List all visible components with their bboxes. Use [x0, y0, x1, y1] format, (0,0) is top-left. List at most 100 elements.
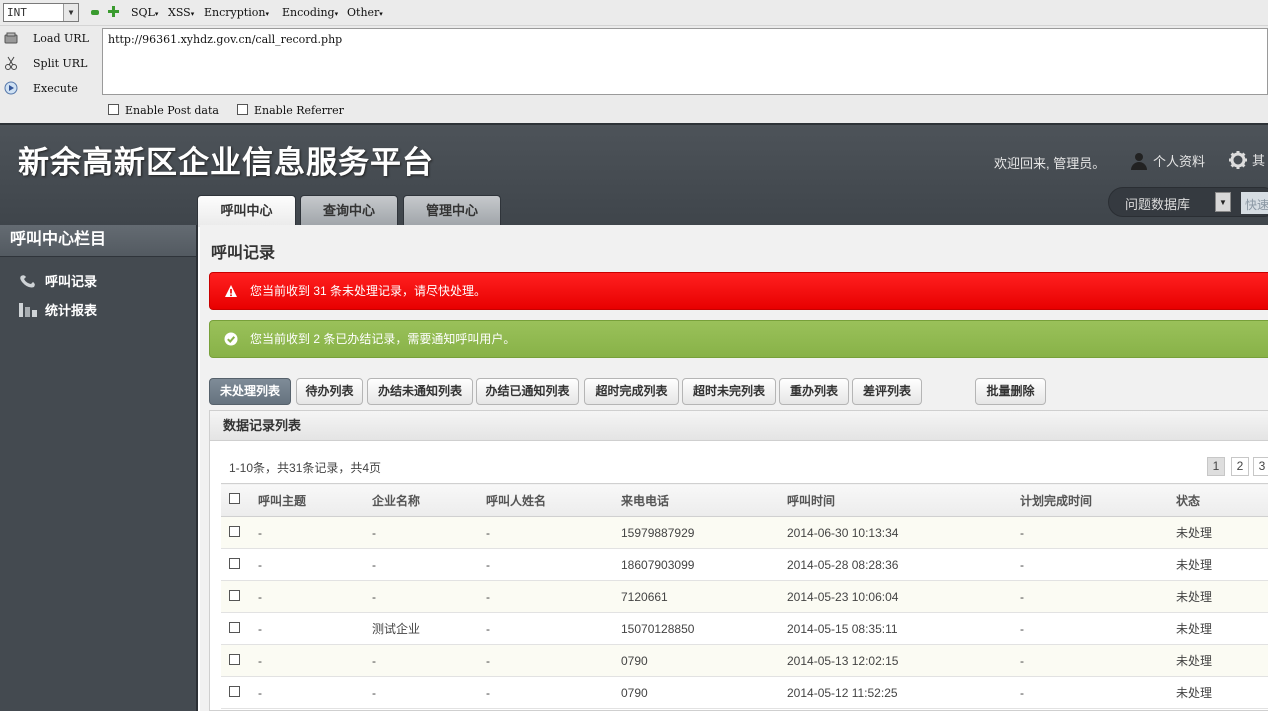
- hackbar-panel: Load URL Split URL Execute http://96361.…: [0, 26, 1268, 123]
- checkbox-icon[interactable]: [229, 493, 240, 504]
- increase-icon[interactable]: [108, 6, 119, 17]
- checkbox-icon[interactable]: [229, 685, 240, 697]
- menu-sql[interactable]: SQL▾: [131, 6, 158, 19]
- records-table: 呼叫主题 企业名称 呼叫人姓名 来电电话 呼叫时间 计划完成时间 状态 ---1…: [221, 483, 1268, 709]
- menu-xss[interactable]: XSS▾: [168, 6, 194, 19]
- table-cell: 2014-06-30 10:13:34: [779, 516, 1012, 549]
- table-cell: -: [1012, 612, 1168, 645]
- table-cell: 7120661: [613, 580, 779, 613]
- table-cell: -: [250, 548, 364, 581]
- tab-call-center[interactable]: 呼叫中心: [197, 195, 296, 227]
- row-checkbox[interactable]: [221, 644, 250, 677]
- table-cell: 2014-05-12 11:52:25: [779, 676, 1012, 709]
- table-cell: -: [250, 516, 364, 549]
- site-header: 新余高新区企业信息服务平台 欢迎回来, 管理员。 个人资料 其 问题数据库 ▼ …: [0, 123, 1268, 227]
- main-content: 呼叫记录 您当前收到 31 条未处理记录，请尽快处理。 您当前收到 2 条已办结…: [200, 225, 1268, 711]
- execute-button[interactable]: Execute: [0, 79, 100, 99]
- search-input[interactable]: 快速: [1241, 192, 1268, 214]
- enable-post-checkbox[interactable]: Enable Post data: [108, 104, 219, 117]
- chevron-down-icon[interactable]: ▼: [1215, 192, 1231, 212]
- checkbox-icon[interactable]: [229, 557, 240, 569]
- pager-info: 1-10条，共31条记录，共4页: [229, 461, 382, 475]
- table-cell: 未处理: [1168, 548, 1268, 581]
- tab-admin-center[interactable]: 管理中心: [403, 195, 501, 227]
- menu-other[interactable]: Other▾: [347, 6, 383, 19]
- table-cell: 15070128850: [613, 612, 779, 645]
- table-row[interactable]: - 测试企业 -15070128850 2014-05-15 08:35:11- 未处理: [221, 612, 1268, 645]
- row-checkbox[interactable]: [221, 548, 250, 581]
- filter-negative-review[interactable]: 差评列表: [852, 378, 922, 405]
- table-cell: 2014-05-23 10:06:04: [779, 580, 1012, 613]
- user-icon: [1130, 152, 1148, 170]
- alert-completed: 您当前收到 2 条已办结记录，需要通知呼叫用户。: [209, 320, 1268, 358]
- filter-overdue-uncompleted[interactable]: 超时未完列表: [682, 378, 776, 405]
- records-panel: 数据记录列表 1-10条，共31条记录，共4页 1 2 3 呼叫主题 企业名称 …: [209, 410, 1268, 711]
- row-checkbox[interactable]: [221, 612, 250, 645]
- url-textarea[interactable]: http://96361.xyhdz.gov.cn/call_record.ph…: [102, 28, 1268, 95]
- checkbox-icon[interactable]: [237, 104, 248, 115]
- checkbox-icon[interactable]: [229, 589, 240, 601]
- hackbar-toolbar: INT ▼ SQL▾ XSS▾ Encryption▾ Encoding▾ Ot…: [0, 0, 1268, 26]
- checkbox-icon[interactable]: [229, 621, 240, 633]
- filter-done-unnotified[interactable]: 办结未通知列表: [367, 378, 473, 405]
- column-header: 呼叫时间: [779, 483, 1012, 517]
- table-cell: -: [364, 676, 478, 709]
- sidebar-title: 呼叫中心栏目: [0, 225, 196, 257]
- menu-encryption[interactable]: Encryption▾: [204, 6, 269, 19]
- table-row[interactable]: - - -7120661 2014-05-23 10:06:04- 未处理: [221, 580, 1268, 613]
- table-cell: 15979887929: [613, 516, 779, 549]
- column-header: 来电电话: [613, 483, 779, 517]
- row-checkbox[interactable]: [221, 580, 250, 613]
- type-select[interactable]: INT ▼: [3, 3, 79, 22]
- table-cell: 18607903099: [613, 548, 779, 581]
- column-header: 呼叫主题: [250, 483, 364, 517]
- tab-query-center[interactable]: 查询中心: [300, 195, 398, 227]
- filter-overdue-completed[interactable]: 超时完成列表: [584, 378, 679, 405]
- gear-icon: [1229, 151, 1247, 169]
- page-button-2[interactable]: 2: [1231, 457, 1249, 476]
- chevron-down-icon[interactable]: ▼: [63, 4, 78, 21]
- page-button-1[interactable]: 1: [1207, 457, 1225, 476]
- column-header: 企业名称: [364, 483, 478, 517]
- table-row[interactable]: - - -15979887929 2014-06-30 10:13:34- 未处理: [221, 516, 1268, 549]
- table-row[interactable]: - - -0790 2014-05-12 11:52:25- 未处理: [221, 676, 1268, 709]
- table-cell: -: [1012, 580, 1168, 613]
- table-row[interactable]: - - -18607903099 2014-05-28 08:28:36- 未处理: [221, 548, 1268, 581]
- other-link[interactable]: 其: [1228, 150, 1265, 170]
- quick-search: 问题数据库 ▼ 快速: [1108, 187, 1268, 217]
- filter-unprocessed[interactable]: 未处理列表: [209, 378, 291, 405]
- phone-icon: [20, 275, 35, 288]
- sidebar-item-call-records[interactable]: 呼叫记录: [18, 271, 97, 290]
- checkbox-icon[interactable]: [108, 104, 119, 115]
- table-cell: -: [478, 644, 613, 677]
- table-cell: -: [478, 676, 613, 709]
- row-checkbox[interactable]: [221, 516, 250, 549]
- table-row[interactable]: - - -0790 2014-05-13 12:02:15- 未处理: [221, 644, 1268, 677]
- table-cell: -: [250, 612, 364, 645]
- page-button-3[interactable]: 3: [1253, 457, 1268, 476]
- checkbox-icon[interactable]: [229, 653, 240, 665]
- table-cell: 2014-05-28 08:28:36: [779, 548, 1012, 581]
- profile-link[interactable]: 个人资料: [1130, 151, 1205, 170]
- decrease-icon[interactable]: [91, 10, 99, 15]
- filter-done-notified[interactable]: 办结已通知列表: [476, 378, 579, 405]
- select-all-checkbox[interactable]: [221, 483, 250, 517]
- search-scope-select[interactable]: 问题数据库: [1125, 194, 1190, 213]
- table-cell: 未处理: [1168, 676, 1268, 709]
- row-checkbox[interactable]: [221, 676, 250, 709]
- filter-todo[interactable]: 待办列表: [296, 378, 363, 405]
- menu-encoding[interactable]: Encoding▾: [282, 6, 338, 19]
- batch-delete-button[interactable]: 批量删除: [975, 378, 1046, 405]
- checkbox-icon[interactable]: [229, 525, 240, 537]
- filter-redo[interactable]: 重办列表: [779, 378, 849, 405]
- play-icon: [4, 81, 18, 95]
- type-select-value: INT: [7, 6, 27, 19]
- sidebar-item-reports[interactable]: 统计报表: [18, 300, 97, 319]
- load-url-button[interactable]: Load URL: [0, 29, 100, 49]
- split-url-button[interactable]: Split URL: [0, 54, 100, 74]
- enable-referrer-checkbox[interactable]: Enable Referrer: [237, 104, 344, 117]
- site-title: 新余高新区企业信息服务平台: [18, 145, 434, 181]
- table-cell: -: [478, 612, 613, 645]
- table-cell: -: [250, 644, 364, 677]
- panel-title: 数据记录列表: [210, 411, 1268, 441]
